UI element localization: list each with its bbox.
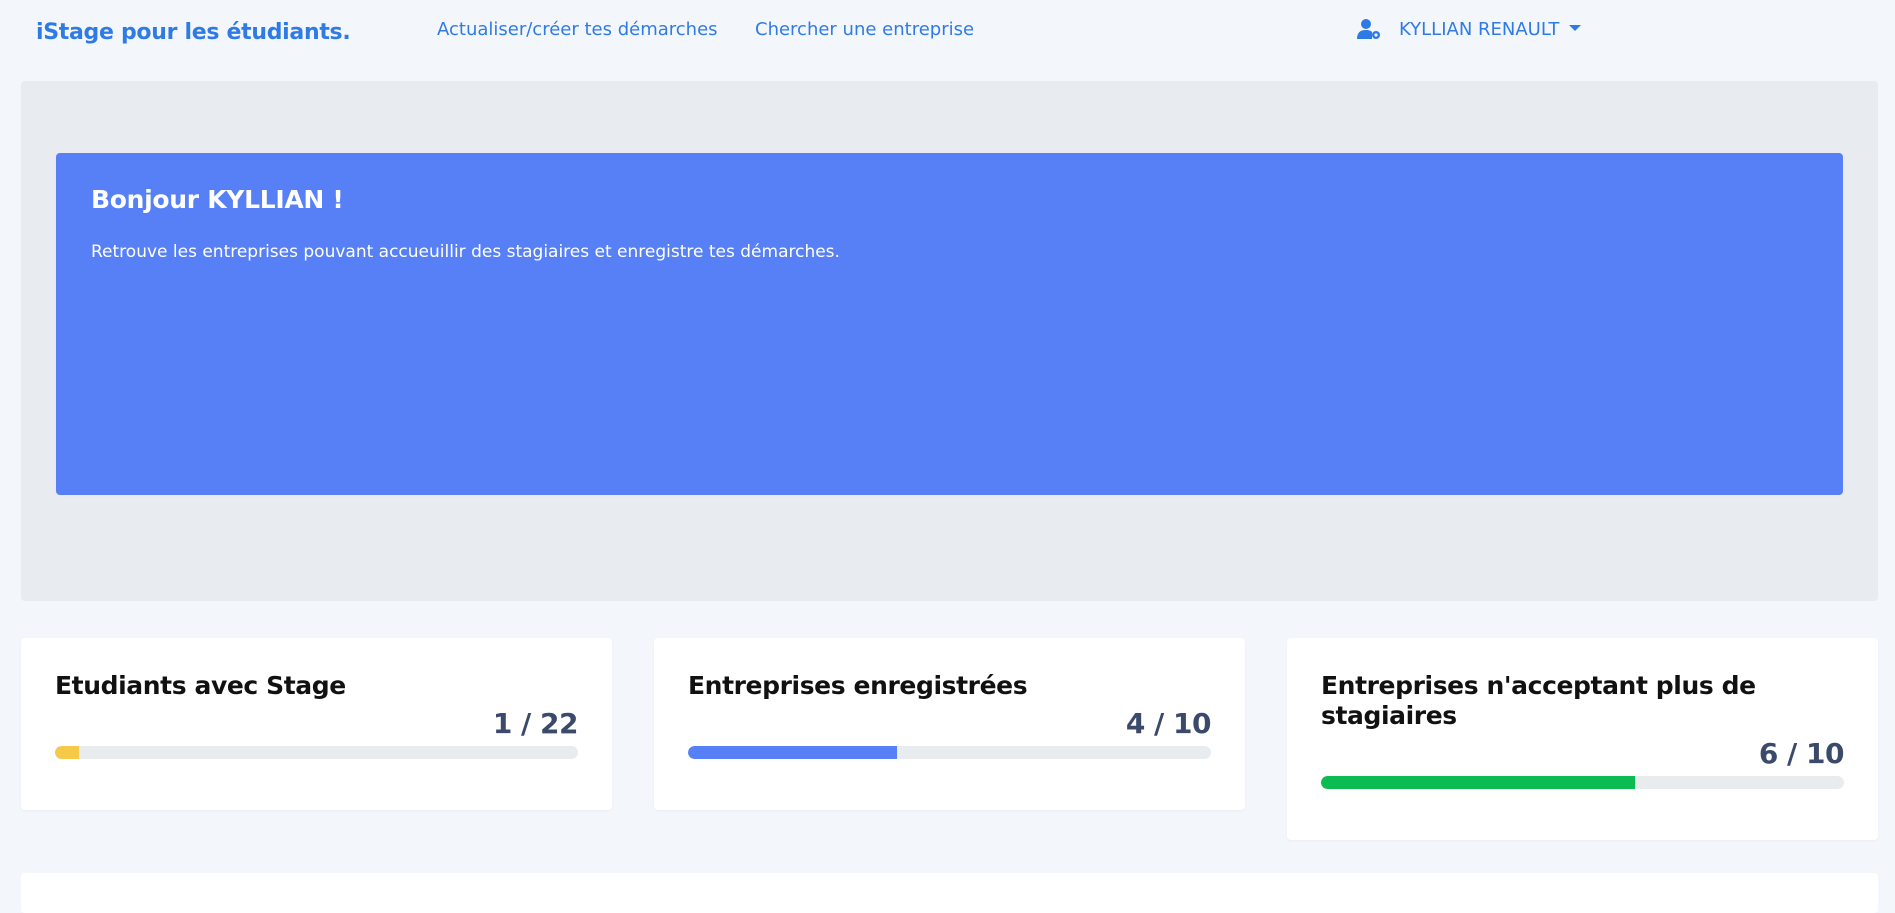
progress-bar xyxy=(1321,776,1844,789)
stat-count: 4 / 10 xyxy=(1125,707,1212,740)
brand-logo-link[interactable]: iStage pour les étudiants. xyxy=(36,20,351,45)
stat-count: 6 / 10 xyxy=(1758,737,1845,770)
top-navbar: iStage pour les étudiants. Actualiser/cr… xyxy=(0,0,1895,64)
nav-link-demarches[interactable]: Actualiser/créer tes démarches xyxy=(437,19,718,40)
hero-container: Bonjour KYLLIAN ! Retrouve les entrepris… xyxy=(21,81,1878,601)
stat-title: Entreprises n'acceptant plus de stagiair… xyxy=(1321,671,1756,730)
stat-card-entreprises-enregistrees: Entreprises enregistrées 4 / 10 xyxy=(654,638,1245,810)
progress-fill xyxy=(688,746,898,759)
progress-fill xyxy=(1321,776,1635,789)
stat-count: 1 / 22 xyxy=(492,707,579,740)
progress-fill xyxy=(55,746,79,759)
welcome-subtitle: Retrouve les entreprises pouvant accueui… xyxy=(91,242,840,262)
stat-title: Etudiants avec Stage xyxy=(55,671,346,700)
stat-card-etudiants-stage: Etudiants avec Stage 1 / 22 xyxy=(21,638,612,810)
progress-bar xyxy=(688,746,1211,759)
progress-bar xyxy=(55,746,578,759)
user-menu-dropdown[interactable]: KYLLIAN RENAULT xyxy=(1357,18,1582,40)
nav-link-chercher-entreprise[interactable]: Chercher une entreprise xyxy=(755,19,974,40)
welcome-banner: Bonjour KYLLIAN ! Retrouve les entrepris… xyxy=(56,153,1843,495)
content-card xyxy=(21,873,1878,913)
stat-title: Entreprises enregistrées xyxy=(688,671,1028,700)
welcome-title: Bonjour KYLLIAN ! xyxy=(91,185,344,214)
user-cog-icon xyxy=(1357,19,1380,39)
chevron-down-icon xyxy=(1569,25,1582,31)
stat-card-entreprises-completes: Entreprises n'acceptant plus de stagiair… xyxy=(1287,638,1878,840)
user-name: KYLLIAN RENAULT xyxy=(1399,18,1560,40)
